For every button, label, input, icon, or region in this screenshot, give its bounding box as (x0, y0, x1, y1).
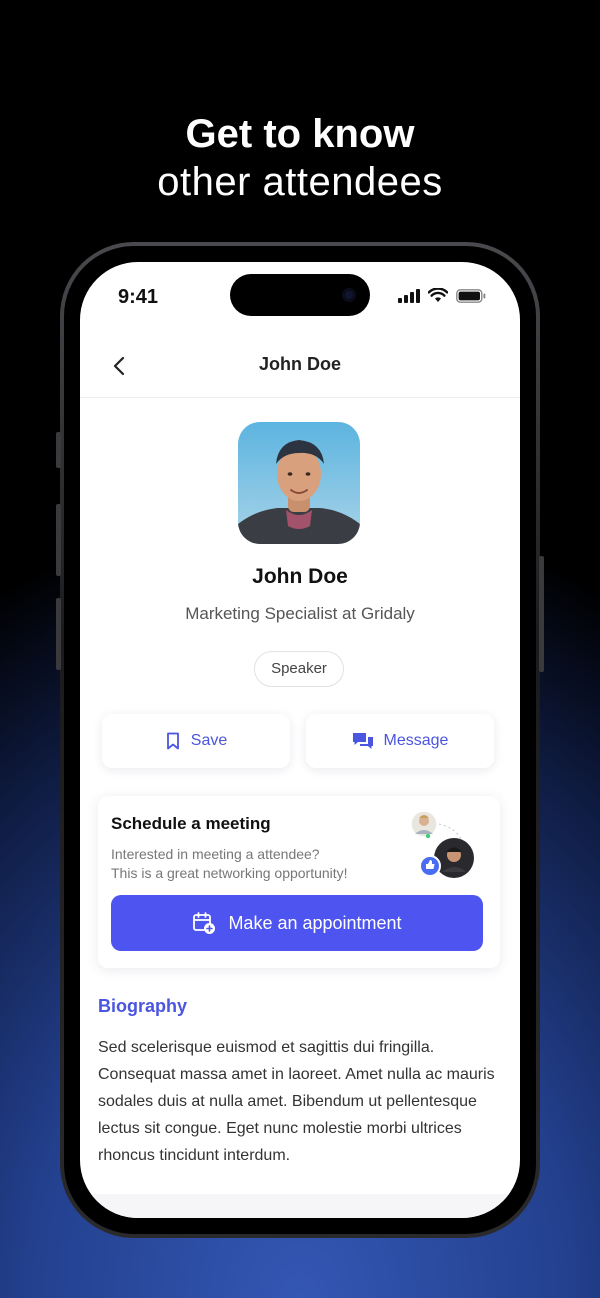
profile-name: John Doe (252, 565, 348, 588)
dynamic-island (230, 274, 370, 316)
schedule-subtitle-line-2: This is a great networking opportunity! (111, 865, 348, 881)
save-button[interactable]: Save (102, 714, 290, 768)
phone-screen: 9:41 John Doe John Doe Marketing Special… (80, 262, 520, 1218)
nav-bar: John Doe (80, 332, 520, 398)
profile-photo (238, 422, 360, 544)
volume-down-button (56, 598, 61, 670)
mute-switch (56, 432, 61, 468)
message-label: Message (383, 732, 449, 749)
biography-title: Biography (98, 996, 188, 1016)
nav-title: John Doe (258, 354, 341, 374)
phone-frame: 9:41 John Doe John Doe Marketing Special… (56, 242, 544, 1238)
promo-headline: Get to know other attendees (0, 110, 600, 206)
volume-up-button (56, 504, 61, 576)
profile-role: Marketing Specialist at Gridaly (185, 604, 415, 623)
status-time: 9:41 (118, 286, 159, 308)
chat-bubbles-icon (352, 733, 373, 749)
camera-icon (342, 288, 356, 302)
message-button[interactable]: Message (306, 714, 494, 768)
schedule-title: Schedule a meeting (111, 814, 271, 833)
make-appointment-button[interactable]: Make an appointment (111, 895, 483, 951)
bottom-fade (80, 1194, 520, 1218)
headline-line-2: other attendees (157, 160, 443, 204)
power-button (539, 556, 544, 672)
meeting-illustration (410, 810, 474, 878)
bookmark-icon (166, 732, 179, 750)
biography-text: Sed scelerisque euismod et sagittis dui … (98, 1039, 495, 1164)
schedule-card: Schedule a meeting Interested in meeting… (98, 796, 500, 968)
make-appointment-label: Make an appointment (228, 912, 402, 933)
wifi-icon (428, 288, 448, 302)
phone-bezel: 9:41 John Doe John Doe Marketing Special… (64, 246, 536, 1234)
battery-icon (456, 288, 486, 303)
signal-icon (398, 288, 420, 303)
save-label: Save (190, 732, 228, 749)
status-icons (398, 288, 486, 303)
avatar (238, 422, 360, 544)
schedule-subtitle: Interested in meeting a attendee? This i… (111, 845, 391, 883)
calendar-plus-icon (193, 912, 216, 934)
role-tag: Speaker (254, 651, 344, 687)
headline-line-1: Get to know (185, 112, 415, 156)
schedule-subtitle-line-1: Interested in meeting a attendee? (111, 846, 320, 862)
